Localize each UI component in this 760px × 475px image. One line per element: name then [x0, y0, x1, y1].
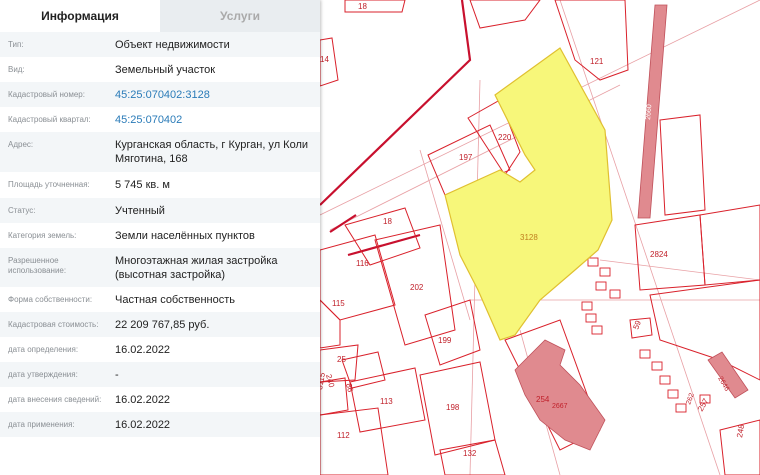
row-land-category: Категория земель: Земли населённых пункт…: [0, 223, 320, 248]
row-value: 16.02.2022: [115, 419, 171, 431]
row-permitted-use: Разрешенное использование: Многоэтажная …: [0, 248, 320, 287]
row-label: Вид:: [8, 65, 25, 74]
row-value: 16.02.2022: [115, 344, 171, 356]
row-value: 22 209 767,85 руб.: [115, 319, 210, 331]
cadastral-map[interactable]: 18 14 121 220 197 3128 18 116 202 115 19…: [320, 0, 760, 475]
map-label: 197: [459, 153, 473, 162]
map-label: 132: [463, 449, 477, 458]
row-kind: Вид: Земельный участок: [0, 57, 320, 82]
cadastral-number-link[interactable]: 45:25:070402:3128: [115, 88, 210, 102]
row-label: Площадь уточненная:: [8, 180, 90, 189]
map-label-selected: 3128: [520, 233, 538, 242]
row-value: Частная собственность: [115, 294, 236, 306]
map-label: 121: [590, 57, 604, 66]
map-label: 113: [380, 397, 393, 406]
map-label: 2824: [650, 250, 668, 259]
map-label: 2660: [645, 104, 653, 120]
info-panel: Информация Услуги Тип: Объект недвижимос…: [0, 0, 320, 475]
row-date-applied: дата применения: 16.02.2022: [0, 412, 320, 437]
row-label: Категория земель:: [8, 231, 77, 240]
tab-bar: Информация Услуги: [0, 0, 320, 32]
map-label: 198: [446, 403, 460, 412]
row-cadastral-number: Кадастровый номер: 45:25:070402:3128: [0, 82, 320, 107]
tab-info[interactable]: Информация: [0, 0, 160, 32]
row-label: Форма собственности:: [8, 295, 93, 304]
row-label: дата применения:: [8, 420, 75, 429]
row-label: Кадастровый номер:: [8, 90, 85, 99]
row-ownership: Форма собственности: Частная собственнос…: [0, 287, 320, 312]
row-date-determined: дата определения: 16.02.2022: [0, 337, 320, 362]
row-status: Статус: Учтенный: [0, 198, 320, 223]
row-value: Земли населённых пунктов: [115, 230, 255, 242]
map-label: 202: [410, 283, 424, 292]
row-label: Кадастровая стоимость:: [8, 320, 99, 329]
row-label: дата определения:: [8, 345, 79, 354]
map-label: 18: [383, 217, 392, 226]
row-address: Адрес: Курганская область, г Курган, ул …: [0, 132, 320, 172]
map-label: 220: [498, 133, 512, 142]
row-date-entered: дата внесения сведений: 16.02.2022: [0, 387, 320, 412]
row-area: Площадь уточненная: 5 745 кв. м: [0, 172, 320, 198]
row-label: дата внесения сведений:: [8, 395, 102, 404]
row-label: дата утверждения:: [8, 370, 78, 379]
row-type: Тип: Объект недвижимости: [0, 32, 320, 57]
row-label: Разрешенное использование:: [8, 256, 67, 275]
row-label: Статус:: [8, 206, 36, 215]
tab-services[interactable]: Услуги: [160, 0, 320, 32]
map-label: 14: [320, 55, 329, 64]
row-value: 16.02.2022: [115, 394, 171, 406]
map-label: 199: [438, 336, 452, 345]
map-label: 116: [356, 259, 369, 268]
property-list: Тип: Объект недвижимости Вид: Земельный …: [0, 32, 320, 437]
cadastral-quarter-link[interactable]: 45:25:070402: [115, 113, 182, 127]
row-value: Многоэтажная жилая застройка (высотная з…: [115, 255, 278, 281]
map-label: 254: [536, 395, 550, 404]
row-value: Земельный участок: [115, 64, 216, 76]
map-label: 115: [332, 299, 345, 308]
row-value: -: [115, 369, 119, 381]
row-label: Адрес:: [8, 140, 34, 149]
row-value: Учтенный: [115, 205, 165, 217]
row-value: 5 745 кв. м: [115, 179, 170, 191]
row-value: Объект недвижимости: [115, 39, 230, 51]
row-label: Кадастровый квартал:: [8, 115, 91, 124]
row-cadastral-value: Кадастровая стоимость: 22 209 767,85 руб…: [0, 312, 320, 337]
row-cadastral-quarter: Кадастровый квартал: 45:25:070402: [0, 107, 320, 132]
row-date-approved: дата утверждения: -: [0, 362, 320, 387]
map-label: 18: [358, 2, 367, 11]
map-label: 112: [337, 431, 350, 440]
map-label: 2667: [552, 403, 568, 410]
row-label: Тип:: [8, 40, 24, 49]
map-label: 25: [337, 355, 346, 364]
row-value: Курганская область, г Курган, ул Коли Мя…: [115, 139, 309, 165]
